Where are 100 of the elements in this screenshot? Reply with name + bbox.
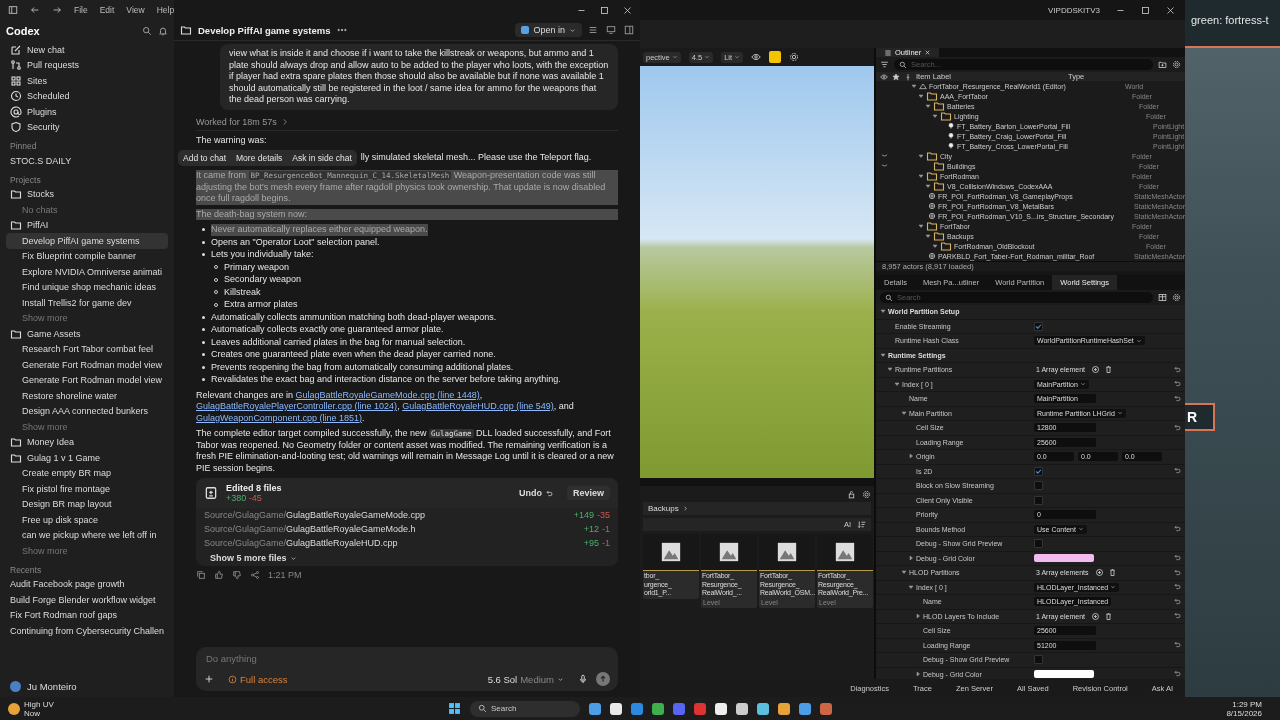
open-in-button[interactable]: Open in [515, 23, 582, 37]
chat-item[interactable]: Fix Blueprint compile banner [6, 248, 168, 264]
start-icon[interactable] [448, 702, 461, 715]
reset-icon[interactable] [1173, 364, 1181, 373]
delete-icon[interactable] [1107, 568, 1117, 578]
snap-toggle-icon[interactable] [769, 51, 782, 63]
share-icon[interactable] [250, 570, 260, 580]
chat-item[interactable]: Free up disk space [6, 512, 168, 528]
recent-chat[interactable]: Fix Fort Rodman roof gaps [6, 607, 168, 623]
show-more-link[interactable]: Show more [6, 419, 168, 435]
project-folder[interactable]: Stocks [6, 186, 168, 202]
nav-item[interactable]: Sites [6, 73, 168, 89]
chat-item[interactable]: Design BR map layout [6, 496, 168, 512]
reset-icon[interactable] [1173, 553, 1181, 562]
clock-date[interactable]: 8/15/2026 [1226, 708, 1262, 718]
file-path[interactable]: Source/GulagGame/GulagBattleRoyaleGameMode.cpp [204, 510, 426, 520]
file-path[interactable]: Source/GulagGame/GulagBattleRoyaleHUD.cpp [204, 538, 398, 548]
checkbox[interactable] [1034, 481, 1043, 491]
undo-button[interactable]: Undo [512, 487, 559, 499]
reset-icon[interactable] [1173, 422, 1181, 431]
project-folder[interactable]: Money Idea [6, 434, 168, 450]
chat-item[interactable]: Find unique shop mechanic ideas [6, 279, 168, 295]
nav-item[interactable]: Scheduled [6, 88, 168, 104]
popup-action[interactable]: More details [231, 150, 288, 166]
reset-icon[interactable] [1173, 596, 1181, 605]
app-icon[interactable] [778, 702, 790, 715]
reset-icon[interactable] [1173, 611, 1181, 620]
recent-chat[interactable]: Build Forge Blender workflow widget [6, 592, 168, 608]
chat-item[interactable]: Generate Fort Rodman model view [6, 357, 168, 373]
taskbar-search[interactable]: Search [470, 700, 580, 717]
review-button[interactable]: Review [566, 486, 610, 500]
close-icon[interactable] [623, 5, 632, 15]
thumbs-down-icon[interactable] [232, 570, 242, 580]
checkbox[interactable] [1034, 539, 1043, 549]
collapsed-arrow-icon[interactable] [908, 453, 914, 460]
reset-icon[interactable] [1173, 393, 1181, 402]
gear-icon[interactable] [862, 490, 871, 499]
gear-icon[interactable] [1172, 60, 1181, 69]
add-element-icon[interactable] [1094, 568, 1104, 578]
chat-item[interactable]: can we pickup where we left off in [6, 527, 168, 543]
add-folder-icon[interactable] [1158, 60, 1167, 69]
project-folder[interactable]: Game Assets [6, 326, 168, 342]
file-link[interactable]: GulagBattleRoyaleGameMode.cpp (line 1448) [295, 389, 480, 400]
pinned-chat[interactable]: STOC.S DAILY [6, 153, 168, 169]
user-name[interactable]: Ju Monteiro [27, 680, 77, 692]
back-arrow-icon[interactable] [30, 5, 40, 15]
app-icon[interactable] [757, 702, 769, 715]
breadcrumb[interactable]: Backups [643, 502, 871, 515]
chat-item[interactable]: Create empty BR map [6, 465, 168, 481]
filter-icon[interactable] [880, 60, 889, 69]
chat-item[interactable]: Research Fort Tabor combat feel [6, 341, 168, 357]
model-selector[interactable]: 5.6 Sol Medium [481, 672, 570, 686]
collapsed-arrow-icon[interactable] [915, 670, 921, 677]
file-link[interactable]: GulagBattleRoyaleHUD.cpp (line 549) [402, 401, 554, 411]
reset-icon[interactable] [1173, 640, 1181, 649]
color-swatch[interactable] [1034, 670, 1094, 679]
checkbox[interactable] [1034, 466, 1043, 476]
collapsed-arrow-icon[interactable] [915, 612, 921, 619]
chat-item[interactable]: Fix pistol fire montage [6, 481, 168, 497]
panel-icon[interactable] [624, 25, 634, 35]
close-icon[interactable] [1166, 5, 1175, 15]
add-element-icon[interactable] [1091, 611, 1101, 621]
message-input[interactable]: Do anything [204, 652, 610, 665]
delete-icon[interactable] [1104, 611, 1114, 621]
gear-icon[interactable] [1172, 293, 1181, 302]
weather-icon[interactable] [8, 702, 20, 715]
recent-chat[interactable]: Continuing from Cybersecurity Challen [6, 623, 168, 639]
full-access-button[interactable]: Full access [222, 672, 294, 686]
reset-icon[interactable] [1173, 379, 1181, 388]
sidebar-toggle-icon[interactable] [8, 5, 18, 15]
list-icon[interactable] [588, 25, 598, 35]
table-icon[interactable] [1158, 293, 1167, 302]
chat-item[interactable]: Develop PiffAI game systems [6, 233, 168, 249]
checkbox[interactable] [1034, 495, 1043, 505]
chat-item[interactable]: Explore NVIDIA Omniverse animati [6, 264, 168, 280]
show-more-link[interactable]: Show more [6, 310, 168, 326]
forward-arrow-icon[interactable] [52, 5, 62, 15]
reset-icon[interactable] [1173, 524, 1181, 533]
menu-item[interactable]: File [74, 5, 88, 15]
reset-icon[interactable] [1173, 567, 1181, 576]
maximize-icon[interactable] [1141, 5, 1150, 15]
nav-item[interactable]: Security [6, 119, 168, 135]
chat-item[interactable]: Install Trellis2 for game dev [6, 295, 168, 311]
app-icon[interactable] [652, 702, 664, 715]
gear-icon[interactable] [789, 52, 800, 62]
copy-icon[interactable] [196, 570, 206, 580]
collapsed-arrow-icon[interactable] [908, 554, 914, 561]
composer[interactable]: Do anything Full access 5.6 Sol Medium [196, 647, 618, 691]
expanded-arrow-icon[interactable] [918, 152, 924, 159]
maximize-icon[interactable] [600, 5, 609, 15]
reset-icon[interactable] [1173, 466, 1181, 475]
expanded-arrow-icon[interactable] [901, 409, 907, 416]
popup-action[interactable]: Add to chat [178, 150, 231, 166]
expanded-arrow-icon[interactable] [880, 351, 886, 358]
app-name[interactable]: Codex [6, 25, 40, 37]
menu-item[interactable]: Help [156, 5, 175, 15]
weather-title[interactable]: High UV [24, 699, 54, 709]
recent-chat[interactable]: Audit Facebook page growth [6, 576, 168, 592]
nav-item[interactable]: Pull requests [6, 57, 168, 73]
chat-item[interactable]: Restore shoreline water [6, 388, 168, 404]
